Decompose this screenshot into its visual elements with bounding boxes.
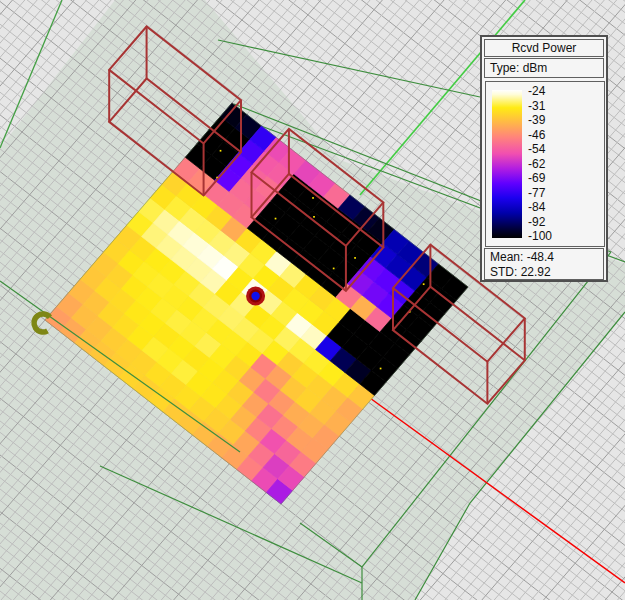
- colorbar-tick: -46: [528, 128, 545, 142]
- legend-stats: Mean: -48.4 STD: 22.92: [484, 248, 604, 280]
- colorbar-tick-labels: -24-31-39-46-54-62-69-77-84-92-100: [528, 82, 600, 246]
- legend-std: STD: 22.92: [490, 265, 603, 280]
- colorbar-tick: -31: [528, 99, 545, 113]
- colorbar-tick: -62: [528, 157, 545, 171]
- legend-panel: Rcvd Power Type: dBm -24-31-39-46-54-62-…: [480, 35, 608, 282]
- colorbar-tick: -69: [528, 171, 545, 185]
- colorbar-tick: -100: [528, 229, 552, 243]
- legend-mean: Mean: -48.4: [490, 250, 603, 265]
- colorbar-tick: -84: [528, 200, 545, 214]
- legend-colorbar-box: -24-31-39-46-54-62-69-77-84-92-100: [485, 81, 605, 247]
- legend-type-label: Type: dBm: [484, 58, 604, 78]
- scene-viewport[interactable]: Rcvd Power Type: dBm -24-31-39-46-54-62-…: [0, 0, 625, 600]
- colorbar-tick: -92: [528, 215, 545, 229]
- colorbar-tick: -39: [528, 113, 545, 127]
- tx-marker: [246, 286, 265, 305]
- colorbar-tick: -54: [528, 142, 545, 156]
- legend-title: Rcvd Power: [484, 39, 604, 57]
- colorbar-tick: -24: [528, 84, 545, 98]
- colorbar-gradient: [492, 90, 522, 238]
- colorbar-tick: -77: [528, 186, 545, 200]
